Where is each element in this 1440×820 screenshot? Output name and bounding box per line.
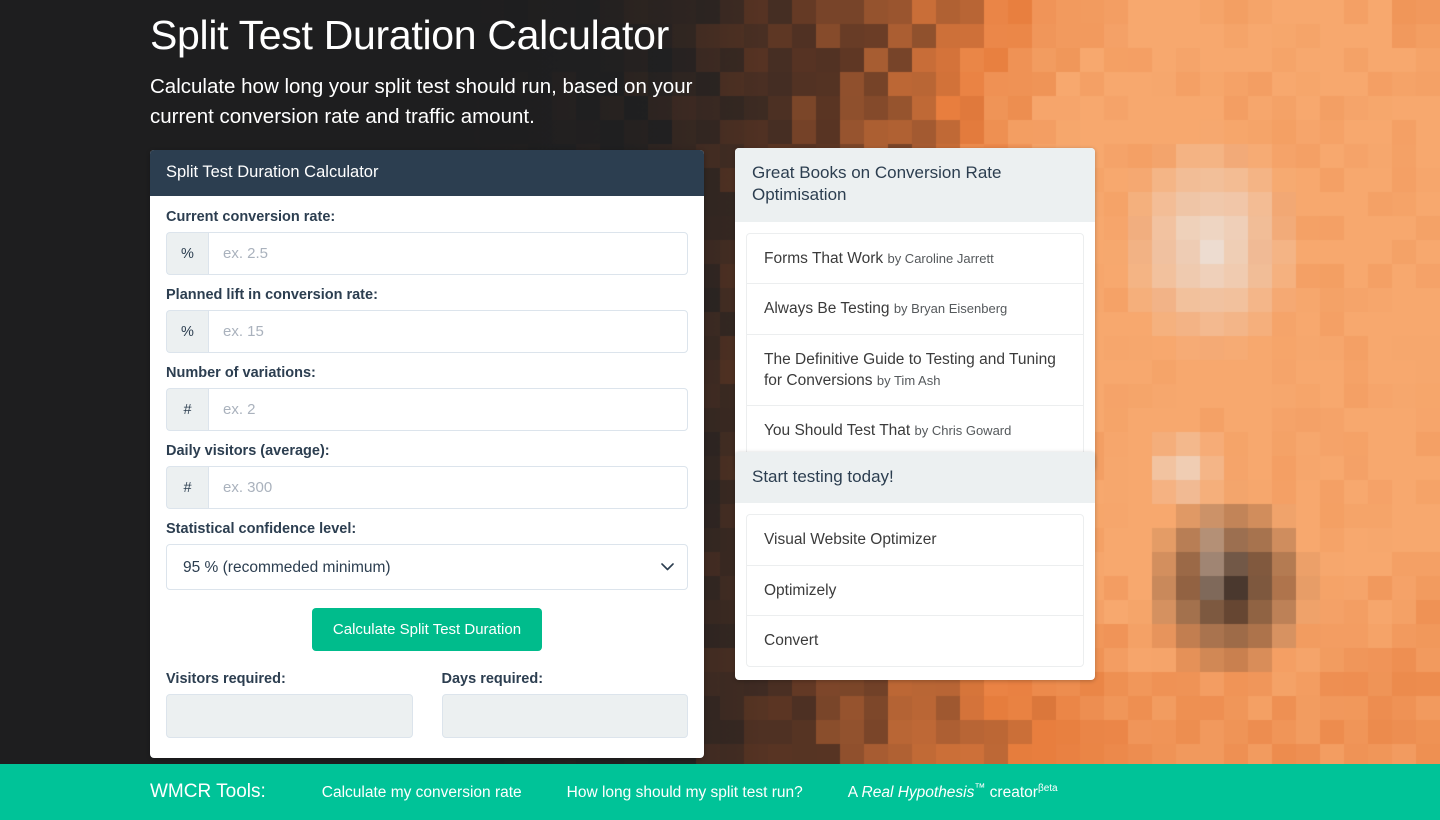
great-books-list: Forms That Work by Caroline Jarrett Alwa… xyxy=(746,232,1084,457)
split-test-calculator-panel: Split Test Duration Calculator Current c… xyxy=(150,150,704,758)
trademark-icon: ™ xyxy=(974,781,986,794)
visitors-required-output xyxy=(166,694,413,738)
list-item[interactable]: Always Be Testing by Bryan Eisenberg xyxy=(747,284,1083,335)
page-content: Split Test Duration Calculator Calculate… xyxy=(0,0,1440,820)
field-daily-visitors: # xyxy=(166,466,688,509)
book-byline: by Bryan Eisenberg xyxy=(893,301,1008,317)
label-visitors-required: Visitors required: xyxy=(166,671,286,687)
list-item[interactable]: You Should Test That by Chris Goward xyxy=(747,406,1083,455)
daily-visitors-input[interactable] xyxy=(208,466,688,509)
label-daily-visitors: Daily visitors (average): xyxy=(166,443,330,459)
hypothesis-suffix: creator xyxy=(985,784,1038,801)
result-visitors-required: Visitors required: xyxy=(166,671,413,738)
result-days-required: Days required: xyxy=(441,671,688,738)
hypothesis-beta-superscript: βeta xyxy=(1037,782,1058,794)
label-days-required: Days required: xyxy=(441,671,544,687)
label-planned-lift: Planned lift in conversion rate: xyxy=(166,287,378,303)
label-statistical-confidence: Statistical confidence level: xyxy=(166,521,357,537)
current-conversion-rate-input[interactable] xyxy=(208,232,688,275)
great-books-panel-body: Forms That Work by Caroline Jarrett Alwa… xyxy=(735,222,1095,470)
start-testing-today-panel-body: Visual Website Optimizer Optimizely Conv… xyxy=(735,503,1095,679)
list-item[interactable]: Forms That Work by Caroline Jarrett xyxy=(747,234,1083,285)
book-byline: by Chris Goward xyxy=(914,423,1012,439)
footer-link-calculate-conversion-rate[interactable]: Calculate my conversion rate xyxy=(322,784,522,802)
great-books-panel: Great Books on Conversion Rate Optimisat… xyxy=(735,148,1095,470)
calculator-form: Current conversion rate: % Planned lift … xyxy=(150,196,704,758)
page-subtitle: Calculate how long your split test shoul… xyxy=(150,75,693,128)
label-current-conversion-rate: Current conversion rate: xyxy=(166,209,336,225)
testing-tools-list: Visual Website Optimizer Optimizely Conv… xyxy=(746,514,1084,667)
statistical-confidence-select[interactable]: 95 % (recommeded minimum) xyxy=(166,544,688,590)
book-byline: by Caroline Jarrett xyxy=(887,250,994,266)
list-item[interactable]: Visual Website Optimizer xyxy=(747,515,1083,566)
results-row: Visitors required: Days required: xyxy=(166,671,688,738)
footer-toolbar: WMCR Tools: Calculate my conversion rate… xyxy=(0,764,1440,820)
list-item[interactable]: The Definitive Guide to Testing and Tuni… xyxy=(747,335,1083,407)
great-books-panel-title: Great Books on Conversion Rate Optimisat… xyxy=(735,148,1095,222)
field-planned-lift: % xyxy=(166,310,688,353)
start-testing-today-panel-title: Start testing today! xyxy=(735,452,1095,504)
label-number-of-variations: Number of variations: xyxy=(166,365,316,381)
planned-lift-input[interactable] xyxy=(208,310,688,353)
footer-brand-label: WMCR Tools: xyxy=(150,781,266,802)
book-title: Forms That Work xyxy=(764,249,884,267)
hypothesis-prefix: A xyxy=(847,784,862,801)
calculate-split-test-duration-button[interactable]: Calculate Split Test Duration xyxy=(311,608,543,651)
page-root: Split Test Duration Calculator Calculate… xyxy=(0,0,1440,820)
footer-inner: WMCR Tools: Calculate my conversion rate… xyxy=(0,781,1058,803)
field-statistical-confidence: 95 % (recommeded minimum) xyxy=(166,544,688,590)
start-testing-today-panel: Start testing today! Visual Website Opti… xyxy=(735,452,1095,680)
page-title: Split Test Duration Calculator xyxy=(150,12,669,58)
page-header: Split Test Duration Calculator Calculate… xyxy=(150,10,710,132)
footer-link-real-hypothesis-creator[interactable]: A Real Hypothesis™ creatorβeta xyxy=(848,782,1058,802)
number-of-variations-input[interactable] xyxy=(208,388,688,431)
hash-addon-icon: # xyxy=(166,388,208,431)
calculate-button-row: Calculate Split Test Duration xyxy=(166,608,688,651)
footer-link-split-test-duration[interactable]: How long should my split test run? xyxy=(567,784,803,802)
hypothesis-italic: Real Hypothesis xyxy=(861,784,975,801)
calculator-panel-title: Split Test Duration Calculator xyxy=(150,150,704,196)
book-title: Always Be Testing xyxy=(764,300,890,318)
hash-addon-icon: # xyxy=(166,466,208,509)
list-item[interactable]: Optimizely xyxy=(747,566,1083,617)
field-current-conversion-rate: % xyxy=(166,232,688,275)
percent-addon-icon: % xyxy=(166,232,208,275)
percent-addon-icon: % xyxy=(166,310,208,353)
field-number-of-variations: # xyxy=(166,388,688,431)
list-item[interactable]: Convert xyxy=(747,616,1083,665)
book-byline: by Tim Ash xyxy=(876,373,941,388)
book-title: You Should Test That xyxy=(764,422,911,440)
days-required-output xyxy=(441,694,688,738)
